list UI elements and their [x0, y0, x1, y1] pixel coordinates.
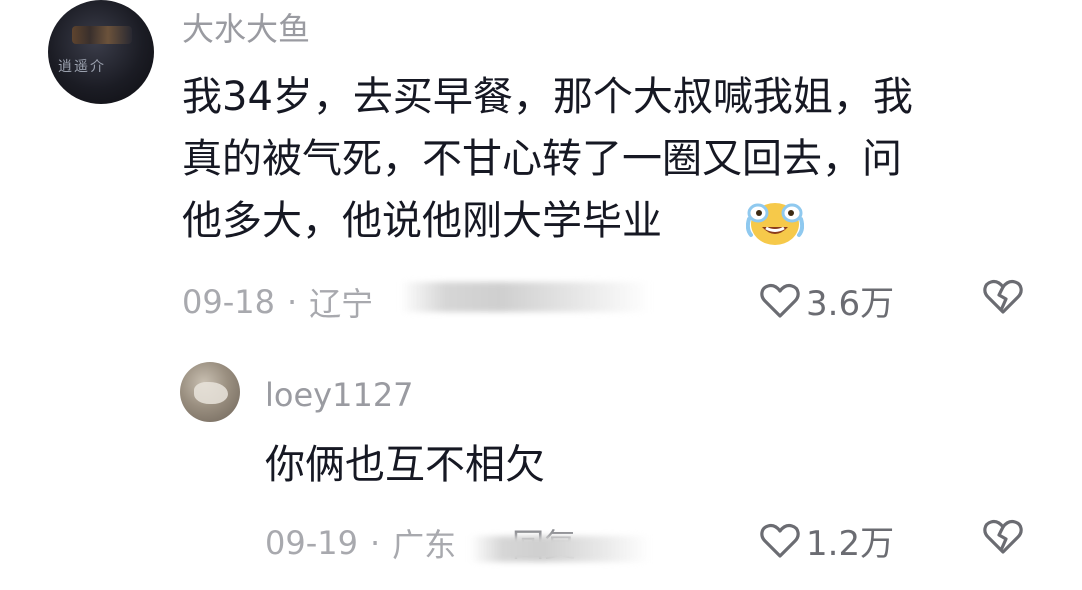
comment-text-line: 我34岁，去买早餐，那个大叔喊我姐，我	[182, 74, 913, 120]
reply-item: loey1127 你俩也互不相欠 09-19 · 广东 回复 1.2万	[0, 340, 1082, 590]
avatar[interactable]: 逍遥介	[48, 0, 154, 104]
username[interactable]: loey1127	[265, 376, 414, 414]
broken-heart-icon[interactable]	[983, 278, 1023, 316]
avatar-image-detail	[194, 382, 228, 404]
comment-date: 09-18	[182, 283, 275, 321]
blurred-region	[470, 536, 650, 562]
avatar-watermark-text: 逍遥介	[58, 59, 106, 75]
avatar-image-detail	[72, 26, 132, 44]
laugh-cry-emoji-icon	[745, 197, 805, 251]
comment-text: 你俩也互不相欠	[265, 442, 545, 488]
comment-item: 逍遥介 大水大鱼 我34岁，去买早餐，那个大叔喊我姐，我 真的被气死，不甘心转了…	[0, 0, 1082, 340]
avatar[interactable]	[180, 362, 240, 422]
comment-location: 广东	[392, 526, 457, 564]
comment-date: 09-19	[265, 524, 358, 562]
comment-text-line: 他多大，他说他刚大学毕业	[182, 198, 662, 244]
broken-heart-icon[interactable]	[983, 518, 1023, 556]
comment-text-line: 真的被气死，不甘心转了一圈又回去，问	[182, 136, 902, 182]
comment-location: 辽宁	[309, 285, 374, 323]
meta-separator: ·	[369, 524, 381, 562]
like-button[interactable]: 3.6万	[760, 276, 894, 325]
blurred-region	[400, 282, 650, 312]
heart-outline-icon	[760, 282, 800, 320]
like-button[interactable]: 1.2万	[760, 516, 894, 565]
like-count: 1.2万	[806, 524, 895, 564]
username[interactable]: 大水大鱼	[182, 4, 310, 50]
like-count: 3.6万	[806, 284, 895, 324]
comment-meta: 09-18 · 辽宁	[182, 279, 373, 325]
heart-outline-icon	[760, 522, 800, 560]
meta-separator: ·	[286, 283, 298, 321]
